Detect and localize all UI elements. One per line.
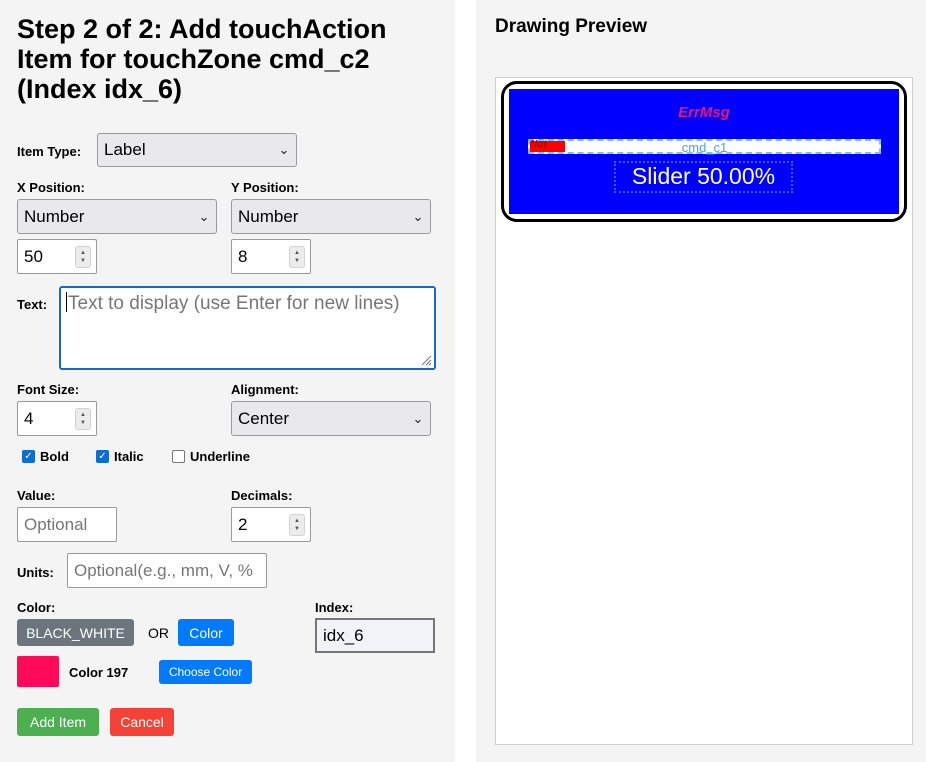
units-label: Units: bbox=[17, 565, 54, 580]
item-type-label: Item Type: bbox=[17, 144, 82, 159]
x-position-label: X Position: bbox=[17, 180, 85, 195]
value-label: Value: bbox=[17, 488, 56, 503]
stepper-icon[interactable]: ▲ ▼ bbox=[289, 245, 305, 268]
item-type-select[interactable]: Label ⌄ bbox=[97, 133, 297, 167]
alignment-value: Center bbox=[238, 408, 290, 428]
italic-checkbox-group[interactable]: ✓ Italic bbox=[96, 448, 144, 466]
value-placeholder: Optional bbox=[24, 514, 88, 534]
y-position-input[interactable]: 8 ▲ ▼ bbox=[231, 239, 311, 274]
units-placeholder: Optional(e.g., mm, V, % bbox=[74, 560, 253, 580]
text-placeholder: Text to display (use Enter for new lines… bbox=[68, 293, 400, 314]
text-label: Text: bbox=[17, 297, 48, 312]
black-white-button[interactable]: BLACK_WHITE bbox=[17, 619, 134, 646]
font-size-input[interactable]: 4 ▲ ▼ bbox=[17, 401, 97, 436]
cancel-button[interactable]: Cancel bbox=[110, 708, 174, 736]
decimals-value: 2 bbox=[238, 514, 248, 534]
units-input[interactable]: Optional(e.g., mm, V, % bbox=[67, 553, 267, 588]
italic-label: Italic bbox=[114, 449, 144, 465]
font-size-value: 4 bbox=[24, 408, 34, 428]
value-input[interactable]: Optional bbox=[17, 507, 117, 542]
alignment-label: Alignment: bbox=[231, 382, 299, 397]
stepper-icon[interactable]: ▲ ▼ bbox=[75, 407, 91, 430]
choose-color-button[interactable]: Choose Color bbox=[159, 660, 252, 684]
bold-checkbox-group[interactable]: ✓ Bold bbox=[22, 448, 69, 466]
underline-checkbox-group[interactable]: Underline bbox=[172, 448, 250, 466]
color-button[interactable]: Color bbox=[178, 619, 234, 646]
alignment-select[interactable]: Center ⌄ bbox=[231, 401, 431, 436]
chevron-down-icon: ⌄ bbox=[412, 208, 424, 224]
y-position-mode-value: Number bbox=[238, 206, 299, 226]
chevron-down-icon: ⌄ bbox=[278, 142, 290, 157]
index-value: idx_6 bbox=[323, 625, 364, 645]
index-label: Index: bbox=[315, 600, 354, 615]
resize-handle-icon[interactable] bbox=[420, 354, 432, 366]
cmd-label-text: cmd_c1 bbox=[681, 140, 728, 155]
x-position-mode-select[interactable]: Number ⌄ bbox=[17, 199, 217, 234]
x-position-mode-value: Number bbox=[24, 206, 85, 226]
slider-label-text: Slider 50.00% bbox=[631, 163, 776, 189]
y-position-value: 8 bbox=[238, 246, 248, 266]
underline-label: Underline bbox=[190, 449, 250, 465]
errmsg-text: ErrMsg bbox=[678, 104, 730, 121]
index-input[interactable]: idx_6 bbox=[315, 618, 435, 653]
color-label: Color: bbox=[17, 600, 56, 615]
stepper-icon[interactable]: ▲ ▼ bbox=[289, 513, 305, 536]
italic-checkbox[interactable]: ✓ bbox=[96, 450, 109, 464]
stepper-icon[interactable]: ▲ ▼ bbox=[75, 245, 91, 268]
color-swatch bbox=[17, 656, 59, 687]
y-position-mode-select[interactable]: Number ⌄ bbox=[231, 199, 431, 234]
x-position-value: 50 bbox=[24, 246, 43, 266]
chevron-down-icon: ⌄ bbox=[412, 410, 424, 426]
page-title: Step 2 of 2: Add touchAction Item for to… bbox=[17, 14, 387, 104]
bold-label: Bold bbox=[40, 449, 69, 465]
selected-color-name: Color 197 bbox=[69, 665, 129, 680]
chevron-down-icon: ⌄ bbox=[198, 208, 210, 224]
font-size-label: Font Size: bbox=[17, 382, 80, 397]
text-cursor bbox=[66, 292, 67, 312]
underline-checkbox[interactable] bbox=[172, 450, 185, 464]
preview-heading: Drawing Preview bbox=[495, 16, 648, 37]
text-textarea[interactable]: Text to display (use Enter for new lines… bbox=[59, 286, 436, 370]
x-position-input[interactable]: 50 ▲ ▼ bbox=[17, 239, 97, 274]
decimals-input[interactable]: 2 ▲ ▼ bbox=[231, 507, 311, 542]
bold-checkbox[interactable]: ✓ bbox=[22, 450, 35, 464]
add-item-button[interactable]: Add Item bbox=[17, 708, 99, 736]
or-text: OR bbox=[148, 625, 169, 641]
decimals-label: Decimals: bbox=[231, 488, 293, 503]
y-position-label: Y Position: bbox=[231, 180, 299, 195]
item-type-value: Label bbox=[104, 140, 146, 159]
